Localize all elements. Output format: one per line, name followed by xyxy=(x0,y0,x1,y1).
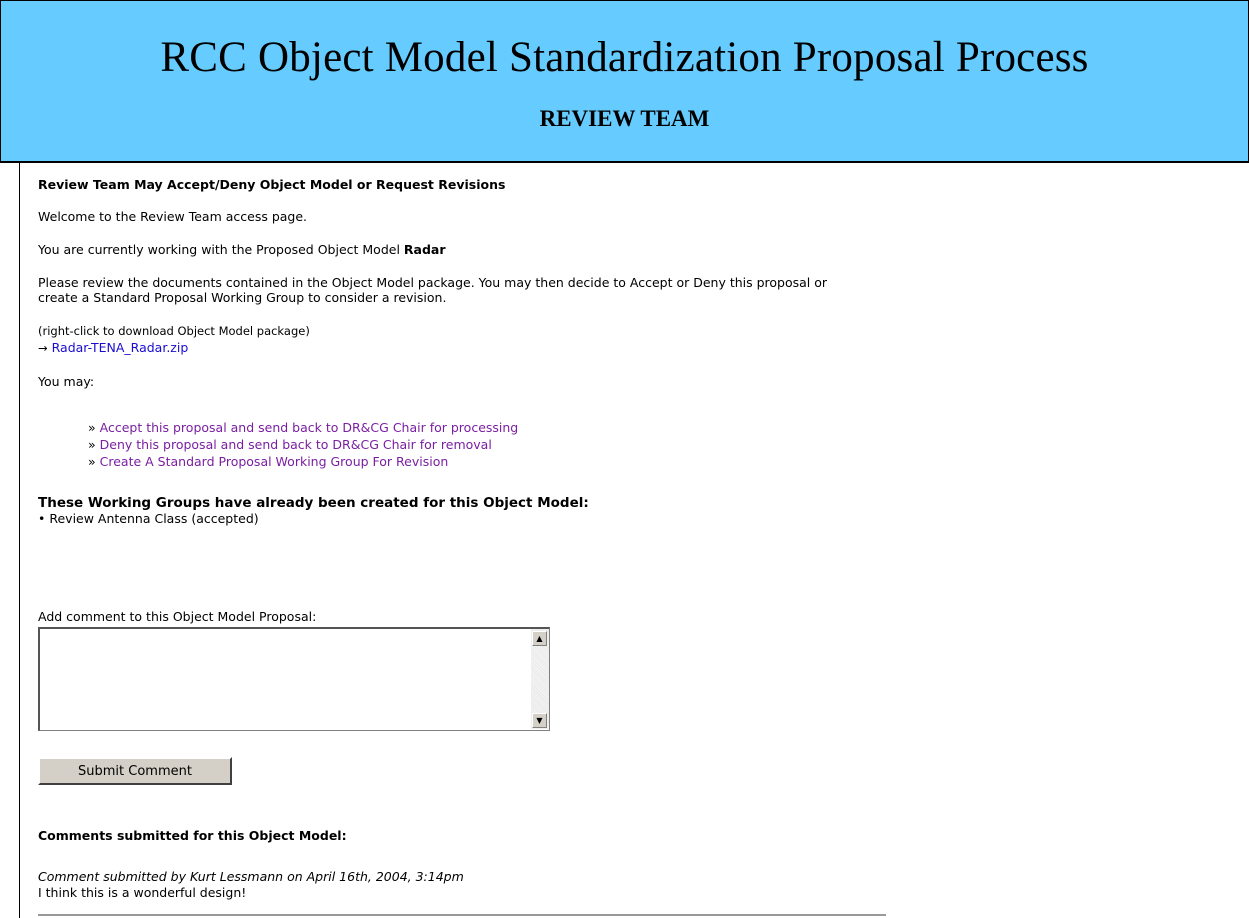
current-model-text: You are currently working with the Propo… xyxy=(38,242,446,257)
instructions-line-1: Please review the documents contained in… xyxy=(38,275,828,290)
deny-proposal-link[interactable]: Deny this proposal and send back to DR&C… xyxy=(100,437,492,452)
arrow-icon: → xyxy=(38,341,48,355)
scroll-down-icon[interactable]: ▼ xyxy=(532,713,547,728)
comment-label: Add comment to this Object Model Proposa… xyxy=(38,609,317,624)
textarea-scrollbar[interactable]: ▲ ▼ xyxy=(531,629,549,729)
comment-textarea[interactable] xyxy=(40,629,530,729)
left-divider xyxy=(19,161,20,918)
page-banner: RCC Object Model Standardization Proposa… xyxy=(0,0,1249,163)
page-title: RCC Object Model Standardization Proposa… xyxy=(160,34,1089,81)
section-heading: Review Team May Accept/Deny Object Model… xyxy=(38,177,506,192)
chevron-right-icon: » xyxy=(88,454,96,469)
submit-comment-button[interactable]: Submit Comment xyxy=(38,757,232,785)
action-item: » Create A Standard Proposal Working Gro… xyxy=(88,454,448,469)
model-name: Radar xyxy=(403,242,446,257)
instructions-line-2: create a Standard Proposal Working Group… xyxy=(38,290,447,305)
comment-textarea-frame: ▲ ▼ xyxy=(38,627,550,731)
accept-proposal-link[interactable]: Accept this proposal and send back to DR… xyxy=(100,420,519,435)
comment-divider xyxy=(38,914,886,916)
working-group-label: Review Antenna Class (accepted) xyxy=(49,511,259,526)
bullet-icon: • xyxy=(38,511,46,526)
you-may-text: You may: xyxy=(38,374,95,389)
current-model-prefix: You are currently working with the Propo… xyxy=(38,242,404,257)
create-working-group-link[interactable]: Create A Standard Proposal Working Group… xyxy=(100,454,449,469)
download-package-link[interactable]: Radar-TENA_Radar.zip xyxy=(52,340,189,355)
comment-meta: Comment submitted by Kurt Lessmann on Ap… xyxy=(38,869,464,884)
working-groups-heading: These Working Groups have already been c… xyxy=(38,495,589,511)
comment-text: I think this is a wonderful design! xyxy=(38,885,247,900)
chevron-right-icon: » xyxy=(88,420,96,435)
welcome-text: Welcome to the Review Team access page. xyxy=(38,209,308,224)
comments-heading: Comments submitted for this Object Model… xyxy=(38,828,347,843)
action-item: » Accept this proposal and send back to … xyxy=(88,420,518,435)
action-item: » Deny this proposal and send back to DR… xyxy=(88,437,492,452)
download-hint: (right-click to download Object Model pa… xyxy=(38,324,310,338)
scroll-up-icon[interactable]: ▲ xyxy=(532,631,547,646)
chevron-right-icon: » xyxy=(88,437,96,452)
working-group-item: • Review Antenna Class (accepted) xyxy=(38,511,259,526)
download-row: → Radar-TENA_Radar.zip xyxy=(38,340,188,355)
page-subtitle: REVIEW TEAM xyxy=(539,106,710,131)
